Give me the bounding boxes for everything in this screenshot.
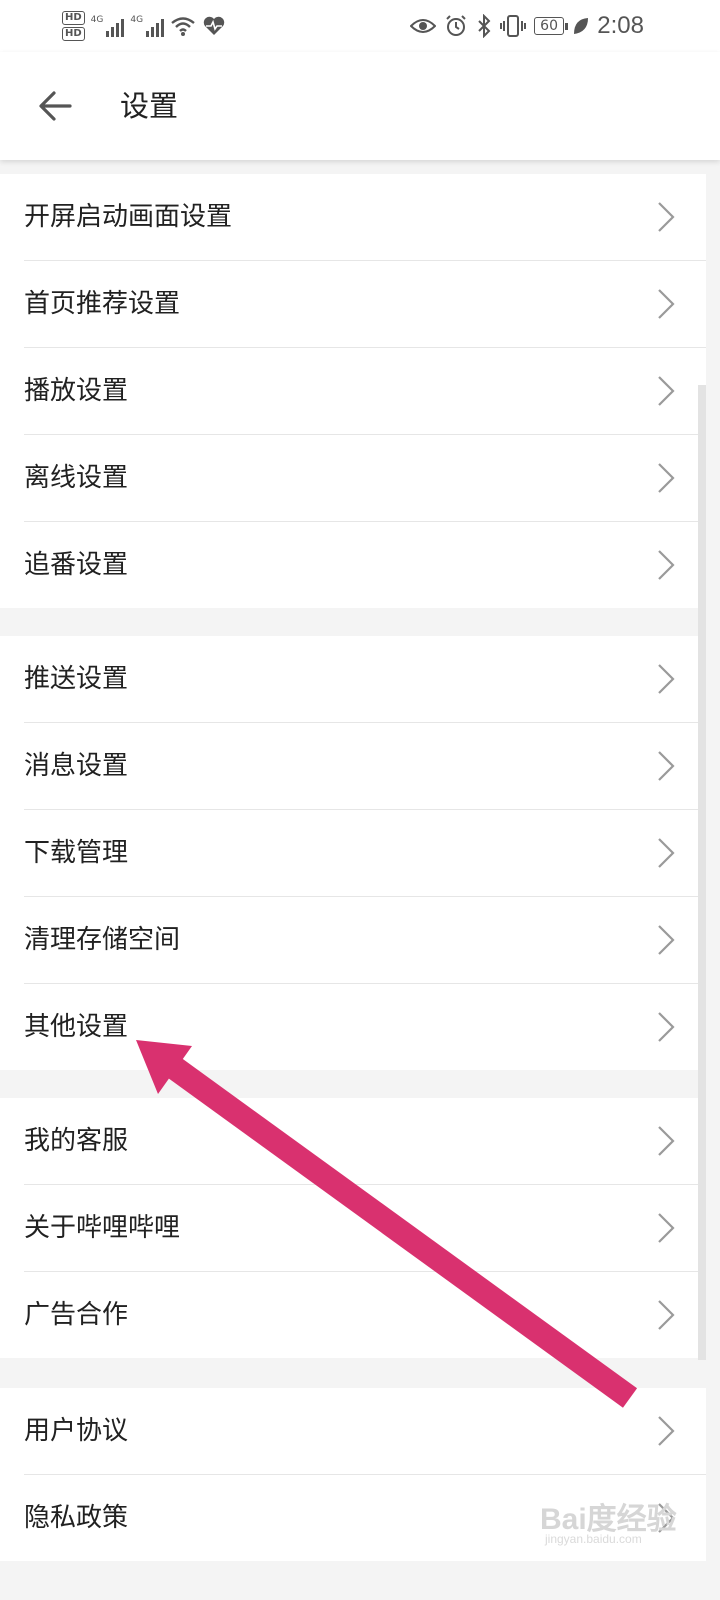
health-heart-icon (203, 16, 225, 35)
chevron-right-icon (658, 289, 675, 319)
settings-row-other[interactable]: 其他设置 (24, 984, 706, 1070)
settings-row[interactable]: 消息设置 (24, 723, 706, 810)
settings-row-label: 清理存储空间 (24, 925, 181, 955)
scrollbar[interactable] (698, 385, 706, 1360)
settings-row-label: 消息设置 (24, 751, 129, 781)
battery-icon: 60 (534, 17, 568, 35)
settings-row-label: 关于哔哩哔哩 (24, 1213, 181, 1243)
hd2-badge: HD (62, 27, 85, 41)
chevron-right-icon (658, 664, 675, 694)
chevron-right-icon (658, 550, 675, 580)
alarm-icon (446, 15, 466, 36)
settings-row[interactable]: 追番设置 (24, 522, 706, 608)
settings-row-label: 广告合作 (24, 1300, 129, 1330)
settings-section-about: 我的客服 关于哔哩哔哩 广告合作 (0, 1098, 706, 1358)
settings-row[interactable]: 关于哔哩哔哩 (24, 1185, 706, 1272)
signal-icon: 4G (91, 15, 125, 37)
hd1-badge: HD (62, 11, 85, 25)
settings-row[interactable]: 开屏启动画面设置 (24, 174, 706, 261)
chevron-right-icon (658, 1012, 675, 1042)
bluetooth-icon (478, 14, 491, 38)
vibrate-icon (500, 15, 527, 37)
settings-row-label: 隐私政策 (24, 1503, 129, 1533)
settings-row-label: 离线设置 (24, 463, 129, 493)
chevron-right-icon (658, 463, 675, 493)
settings-section-general: 开屏启动画面设置 首页推荐设置 播放设置 离线设置 追番设置 (0, 174, 706, 608)
settings-row-label: 开屏启动画面设置 (24, 202, 233, 232)
watermark-url: jingyan.baidu.com (545, 1532, 642, 1546)
signal-icon: 4G (130, 15, 165, 37)
settings-row[interactable]: 清理存储空间 (24, 897, 706, 984)
chevron-right-icon (658, 376, 675, 406)
chevron-right-icon (658, 1300, 675, 1330)
wifi-icon (171, 17, 195, 36)
leaf-icon (574, 18, 588, 34)
settings-row[interactable]: 用户协议 (24, 1388, 706, 1475)
settings-row[interactable]: 首页推荐设置 (24, 261, 706, 348)
chevron-right-icon (658, 925, 675, 955)
settings-section-app: 推送设置 消息设置 下载管理 清理存储空间 其他设置 (0, 636, 706, 1070)
settings-row[interactable]: 推送设置 (24, 636, 706, 723)
chevron-right-icon (658, 1416, 675, 1446)
settings-row-label: 用户协议 (24, 1416, 129, 1446)
settings-row[interactable]: 我的客服 (24, 1098, 706, 1185)
settings-row[interactable]: 播放设置 (24, 348, 706, 435)
app-bar: 设置 (0, 52, 720, 160)
settings-row-label: 其他设置 (24, 1012, 129, 1042)
chevron-right-icon (658, 838, 675, 868)
page-title: 设置 (120, 89, 179, 123)
chevron-right-icon (658, 1126, 675, 1156)
settings-row-label: 推送设置 (24, 664, 129, 694)
settings-row[interactable]: 下载管理 (24, 810, 706, 897)
status-right: 60 (410, 10, 590, 42)
network-type-label: 4G (130, 15, 144, 25)
settings-row[interactable]: 离线设置 (24, 435, 706, 522)
status-left: HD HD 4G 4G (62, 6, 226, 46)
settings-row-label: 我的客服 (24, 1126, 129, 1156)
settings-row-label: 下载管理 (24, 838, 129, 868)
status-bar: HD HD 4G 4G 60 2:08 (0, 0, 720, 52)
back-arrow-icon[interactable] (36, 86, 76, 126)
settings-row-label: 播放设置 (24, 376, 129, 406)
settings-row[interactable]: 广告合作 (24, 1272, 706, 1358)
chevron-right-icon (658, 751, 675, 781)
chevron-right-icon (658, 202, 675, 232)
chevron-right-icon (658, 1213, 675, 1243)
network-type-label: 4G (90, 15, 104, 25)
status-time: 2:08 (597, 12, 644, 39)
settings-row-label: 追番设置 (24, 550, 129, 580)
settings-row-label: 首页推荐设置 (24, 289, 181, 319)
eye-icon (410, 19, 437, 33)
hd-indicators: HD HD (62, 11, 85, 41)
